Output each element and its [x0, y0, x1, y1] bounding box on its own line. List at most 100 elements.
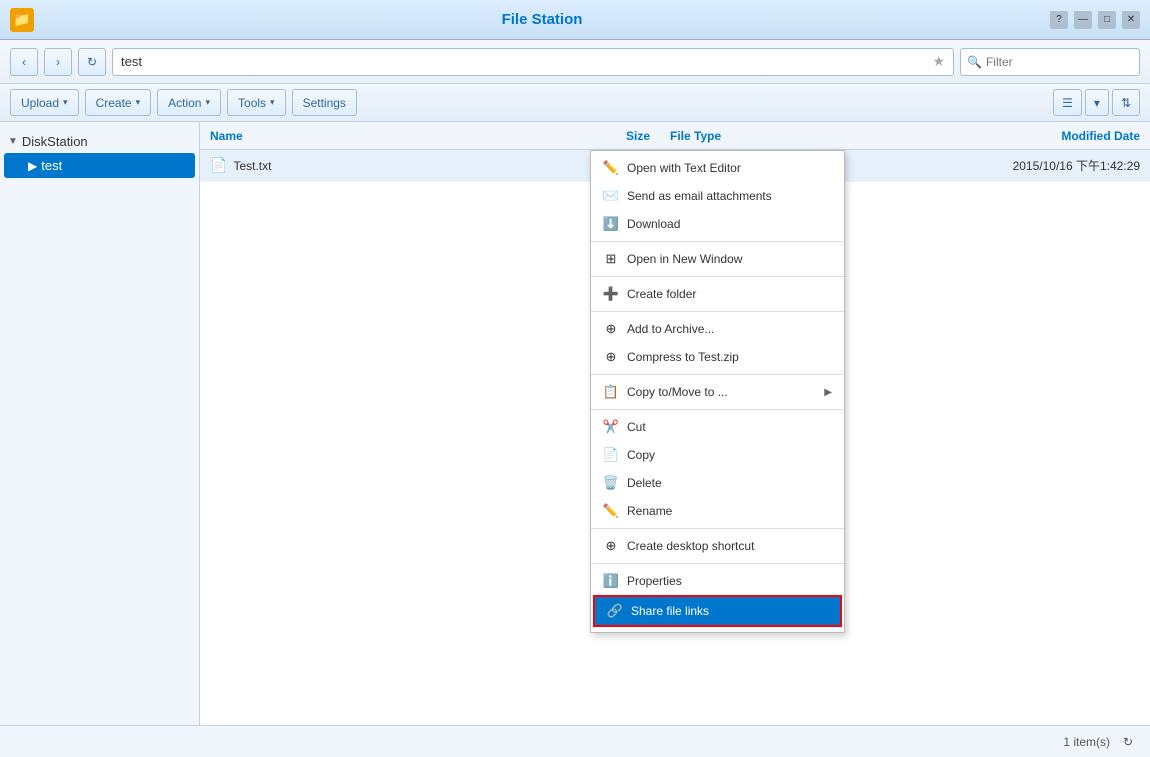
file-name: Test.txt — [233, 159, 271, 173]
menu-item-share-file-links[interactable]: 🔗 Share file links — [595, 597, 840, 625]
file-icon: 📄 — [210, 157, 227, 174]
search-input[interactable] — [986, 55, 1126, 69]
menu-label-add-archive: Add to Archive... — [627, 322, 832, 336]
tools-button[interactable]: Tools ▾ — [227, 89, 286, 116]
copy-move-icon: 📋 — [603, 384, 619, 400]
minimize-button[interactable]: — — [1074, 11, 1092, 29]
statusbar: 1 item(s) ↻ — [0, 725, 1150, 757]
root-arrow-icon: ▼ — [8, 136, 18, 147]
menu-label-create-folder: Create folder — [627, 287, 832, 301]
menu-item-copy[interactable]: 📄 Copy — [591, 441, 844, 469]
sort-button[interactable]: ⇅ — [1112, 89, 1140, 116]
sidebar-item-test[interactable]: ▶ test — [4, 153, 195, 178]
item-count: 1 item(s) — [1063, 735, 1110, 749]
statusbar-refresh-button[interactable]: ↻ — [1118, 732, 1138, 752]
menu-label-compress: Compress to Test.zip — [627, 350, 832, 364]
actionbar: Upload ▾ Create ▾ Action ▾ Tools ▾ Setti… — [0, 84, 1150, 122]
titlebar: 📁 File Station ? — □ ✕ — [0, 0, 1150, 40]
refresh-button[interactable]: ↻ — [78, 48, 106, 76]
app-title: File Station — [34, 11, 1050, 28]
share-item-wrapper: 🔗 Share file links — [593, 595, 842, 627]
separator-6 — [591, 528, 844, 529]
menu-item-desktop-shortcut[interactable]: ⊕ Create desktop shortcut — [591, 532, 844, 560]
separator-2 — [591, 276, 844, 277]
menu-label-desktop-shortcut: Create desktop shortcut — [627, 539, 832, 553]
menu-label-share-file-links: Share file links — [631, 604, 828, 618]
copy-move-arrow-icon: ▶ — [824, 387, 832, 398]
menu-item-properties[interactable]: ℹ️ Properties — [591, 567, 844, 595]
menu-item-compress[interactable]: ⊕ Compress to Test.zip — [591, 343, 844, 371]
menu-label-open-text-editor: Open with Text Editor — [627, 161, 832, 175]
menu-label-delete: Delete — [627, 476, 832, 490]
search-icon: 🔍 — [967, 55, 982, 69]
menu-item-cut[interactable]: ✂️ Cut — [591, 413, 844, 441]
col-date[interactable]: Modified Date — [820, 129, 1150, 143]
properties-icon: ℹ️ — [603, 573, 619, 589]
view-buttons: ☰ ▾ ⇅ — [1053, 89, 1140, 116]
create-arrow-icon: ▾ — [136, 97, 141, 108]
bookmark-icon: ★ — [932, 53, 945, 70]
separator-7 — [591, 563, 844, 564]
view-option-button[interactable]: ▾ — [1085, 89, 1109, 116]
copy-icon: 📄 — [603, 447, 619, 463]
list-view-button[interactable]: ☰ — [1053, 89, 1082, 116]
back-button[interactable]: ‹ — [10, 48, 38, 76]
delete-icon: 🗑️ — [603, 475, 619, 491]
menu-item-create-folder[interactable]: ➕ Create folder — [591, 280, 844, 308]
menu-item-add-archive[interactable]: ⊕ Add to Archive... — [591, 315, 844, 343]
new-window-icon: ⊞ — [603, 251, 619, 267]
tools-label: Tools — [238, 96, 266, 110]
create-folder-icon: ➕ — [603, 286, 619, 302]
desktop-shortcut-icon: ⊕ — [603, 538, 619, 554]
tools-arrow-icon: ▾ — [270, 97, 275, 108]
nav-toolbar: ‹ › ↻ test ★ 🔍 — [0, 40, 1150, 84]
upload-arrow-icon: ▾ — [63, 97, 68, 108]
upload-button[interactable]: Upload ▾ — [10, 89, 79, 116]
menu-label-send-email: Send as email attachments — [627, 189, 832, 203]
search-box[interactable]: 🔍 — [960, 48, 1140, 76]
email-icon: ✉️ — [603, 188, 619, 204]
menu-item-delete[interactable]: 🗑️ Delete — [591, 469, 844, 497]
maximize-button[interactable]: □ — [1098, 11, 1116, 29]
menu-item-send-email[interactable]: ✉️ Send as email attachments — [591, 182, 844, 210]
forward-button[interactable]: › — [44, 48, 72, 76]
menu-label-properties: Properties — [627, 574, 832, 588]
menu-label-copy: Copy — [627, 448, 832, 462]
menu-label-copy-move: Copy to/Move to ... — [627, 385, 816, 399]
titlebar-left: 📁 — [10, 8, 34, 32]
settings-button[interactable]: Settings — [292, 89, 357, 116]
share-icon: 🔗 — [607, 603, 623, 619]
rename-icon: ✏️ — [603, 503, 619, 519]
col-name[interactable]: Name — [200, 129, 580, 143]
address-bar[interactable]: test ★ — [112, 48, 954, 76]
menu-label-rename: Rename — [627, 504, 832, 518]
separator-4 — [591, 374, 844, 375]
col-size[interactable]: Size — [580, 129, 660, 143]
create-label: Create — [96, 96, 132, 110]
file-date-cell: 2015/10/16 下午1:42:29 — [820, 157, 1150, 174]
sidebar-item-label: test — [41, 158, 62, 173]
compress-icon: ⊕ — [603, 349, 619, 365]
close-button[interactable]: ✕ — [1122, 11, 1140, 29]
menu-item-copy-move[interactable]: 📋 Copy to/Move to ... ▶ — [591, 378, 844, 406]
cut-icon: ✂️ — [603, 419, 619, 435]
sidebar-root-label: DiskStation — [22, 134, 88, 149]
address-text: test — [121, 54, 142, 69]
window-controls: ? — □ ✕ — [1050, 11, 1140, 29]
action-arrow-icon: ▾ — [205, 97, 210, 108]
create-button[interactable]: Create ▾ — [85, 89, 152, 116]
file-name-cell: 📄 Test.txt — [200, 157, 580, 174]
menu-item-open-new-window[interactable]: ⊞ Open in New Window — [591, 245, 844, 273]
menu-item-rename[interactable]: ✏️ Rename — [591, 497, 844, 525]
menu-item-open-text-editor[interactable]: ✏️ Open with Text Editor — [591, 154, 844, 182]
col-type[interactable]: File Type — [660, 129, 820, 143]
separator-1 — [591, 241, 844, 242]
download-icon: ⬇️ — [603, 216, 619, 232]
help-button[interactable]: ? — [1050, 11, 1068, 29]
menu-label-cut: Cut — [627, 420, 832, 434]
menu-item-download[interactable]: ⬇️ Download — [591, 210, 844, 238]
filelist-header: Name Size File Type Modified Date — [200, 122, 1150, 150]
upload-label: Upload — [21, 96, 59, 110]
action-button[interactable]: Action ▾ — [157, 89, 221, 116]
sidebar-root-diskstation[interactable]: ▼ DiskStation — [0, 130, 199, 153]
